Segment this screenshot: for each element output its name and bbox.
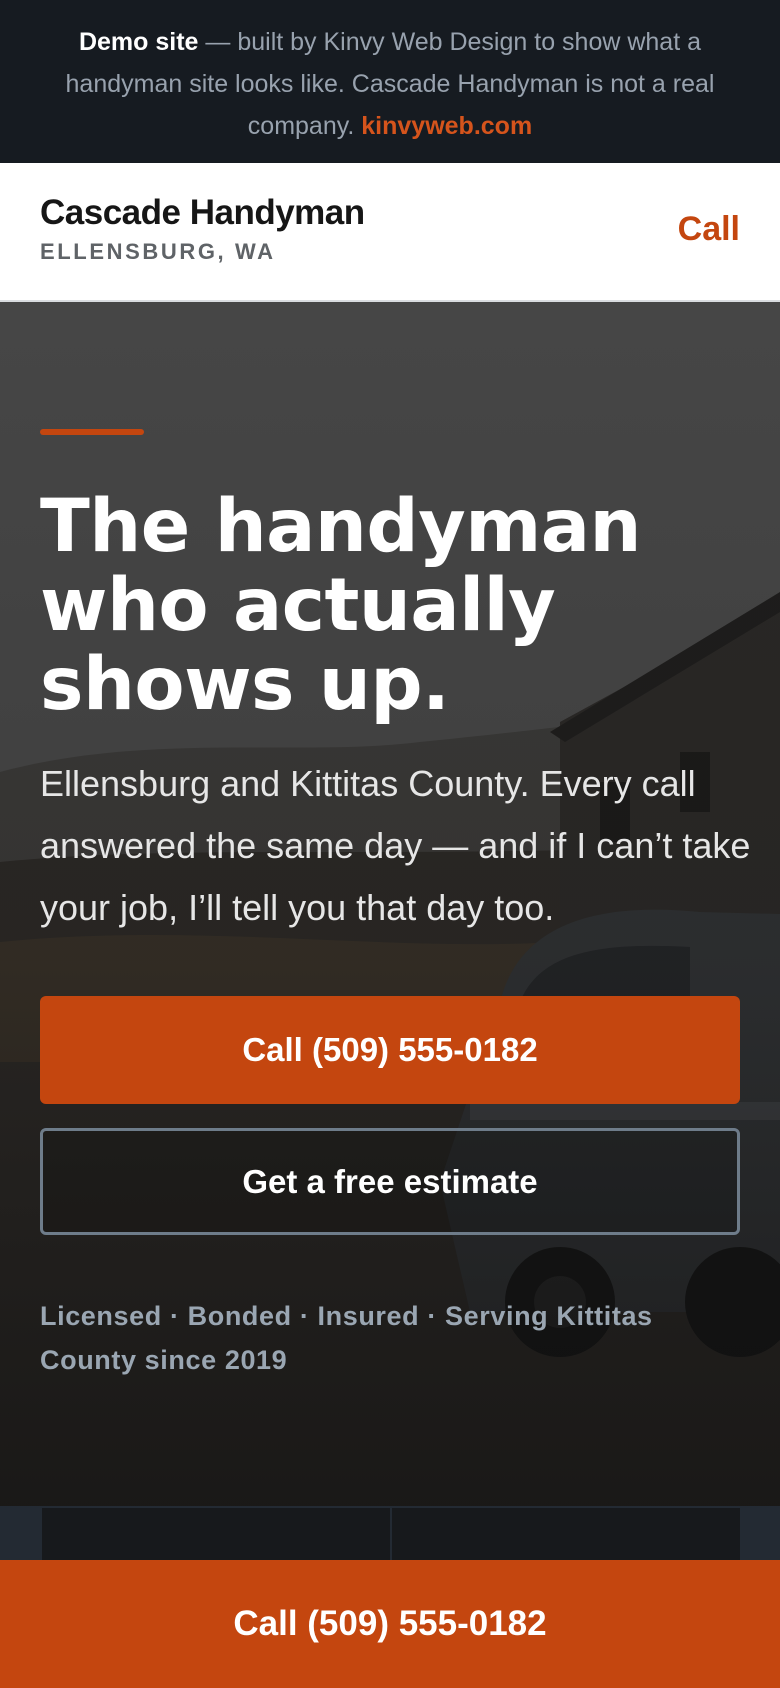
brand-name[interactable]: Cascade Handyman [40, 193, 365, 233]
header-call-link[interactable]: Call [678, 210, 740, 249]
accent-bar [40, 429, 144, 435]
kinvy-link[interactable]: kinvyweb.com [361, 112, 532, 140]
hero-section: The handyman who actually shows up. Elle… [0, 302, 780, 1506]
hero-title: The handyman who actually shows up. [40, 484, 642, 727]
brand-location: ELLENSBURG, WA [40, 239, 276, 264]
call-phone-button[interactable]: Call (509) 555-0182 [40, 996, 740, 1104]
next-section-card-left [42, 1508, 390, 1566]
next-section-card-right [392, 1508, 740, 1566]
site-header: Cascade Handyman ELLENSBURG, WA Call [0, 163, 780, 302]
sticky-call-button[interactable]: Call (509) 555-0182 [0, 1560, 780, 1688]
demo-label: Demo site [78, 28, 199, 56]
hero-subtitle: Ellensburg and Kittitas County. Every ca… [40, 763, 751, 928]
trust-line: Licensed · Bonded · Insured · Serving Ki… [40, 1301, 653, 1375]
free-estimate-button[interactable]: Get a free estimate [40, 1128, 740, 1235]
demo-banner: Demo site — built by Kinvy Web Design to… [0, 0, 780, 163]
